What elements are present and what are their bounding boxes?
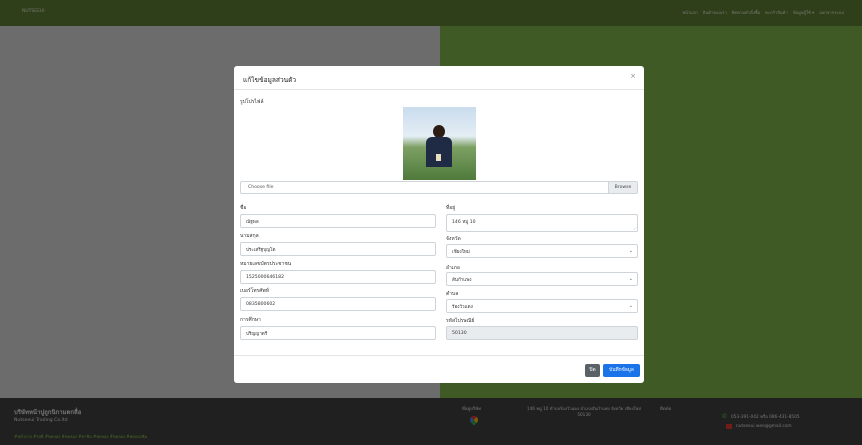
subdistrict-select[interactable]: ร้องวัวแดง ⌄ [446,299,638,313]
phone-label: เบอร์โทรศัพท์ [240,288,270,294]
modal-header: แก้ไขข้อมูลส่วนตัว × [234,66,644,90]
save-button[interactable]: บันทึกข้อมูล [603,364,640,377]
id-card-field[interactable]: 1525000646182 [240,270,436,284]
photo-person-body [426,137,452,167]
education-value: ปริญญาตรี [246,332,268,337]
subdistrict-label: ตำบล [446,291,459,297]
file-placeholder: Choose file [248,185,274,190]
last-name-label: นามสกุล [240,233,259,239]
last-name-value: ประเสริฐบุญโต [246,248,276,253]
profile-label: รูปโปรไฟล์ [240,99,264,105]
chevron-down-icon: ⌄ [628,303,633,309]
address-textarea[interactable]: 146 หมู่ 10 ⟋ [446,214,638,232]
browse-button[interactable]: Browse [608,182,637,193]
close-button[interactable]: ปิด [585,364,600,377]
close-icon[interactable]: × [630,72,636,80]
province-select[interactable]: เชียงใหม่ ⌄ [446,244,638,258]
address-label: ที่อยู่ [446,205,456,211]
phone-field[interactable]: 0835800602 [240,297,436,311]
chevron-down-icon: ⌄ [628,276,633,282]
subdistrict-value: ร้องวัวแดง [452,305,473,310]
modal-footer: ปิด บันทึกข้อมูล [234,355,644,383]
district-select[interactable]: สันกำแพง ⌄ [446,272,638,286]
id-card-label: หมายเลขบัตรประชาชน [240,261,292,267]
province-value: เชียงใหม่ [452,250,470,255]
edit-profile-modal: แก้ไขข้อมูลส่วนตัว × รูปโปรไฟล์ Choose f… [234,66,644,383]
photo-cup [436,154,441,161]
address-value: 146 หมู่ 10 [452,220,476,225]
id-card-value: 1525000646182 [246,275,284,280]
first-name-label: ชื่อ [240,205,247,211]
postcode-value: 50130 [452,331,467,336]
district-label: อำเภอ [446,265,460,271]
phone-value: 0835800602 [246,302,276,307]
education-field[interactable]: ปริญญาตรี [240,326,436,340]
first-name-field[interactable]: ณัฐพล [240,214,436,228]
resize-handle-icon[interactable]: ⟋ [633,226,636,231]
modal-title: แก้ไขข้อมูลส่วนตัว [243,76,297,84]
province-label: จังหวัด [446,236,461,242]
chevron-down-icon: ⌄ [628,248,633,254]
profile-file-input[interactable]: Choose file Browse [240,181,638,194]
postcode-field: 50130 [446,326,638,340]
postcode-label: รหัสไปรษณีย์ [446,318,475,324]
district-value: สันกำแพง [452,278,472,283]
education-label: การศึกษา [240,317,261,323]
first-name-value: ณัฐพล [246,220,259,225]
last-name-field[interactable]: ประเสริฐบุญโต [240,242,436,256]
profile-photo [403,107,476,180]
